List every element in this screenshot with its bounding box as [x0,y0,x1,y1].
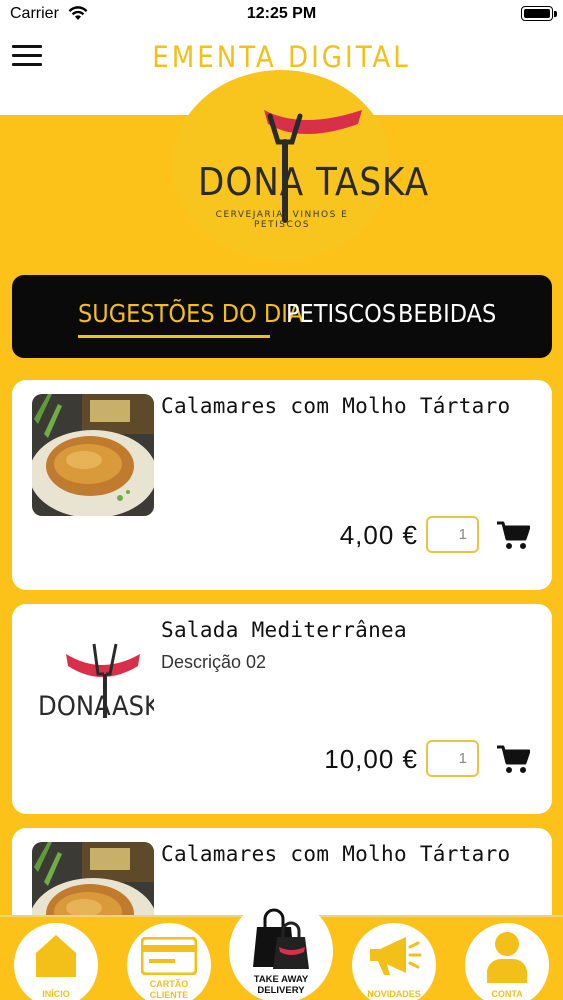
product-card[interactable]: DONA ASKA Salada Mediterrânea Descrição … [12,604,552,814]
clock: 12:25 PM [246,5,317,22]
nav-cartao-cliente[interactable]: CARTÃO CLIENTE [127,923,211,1000]
shopping-bags-icon [253,908,309,969]
nav-label: INÍCIO [42,989,70,999]
bottom-navigation: INÍCIO CARTÃOCLIENTE TAKE AWAYDELIVERY [0,899,563,1000]
product-price: 4,00 € [339,520,418,550]
product-price: 10,00 € [324,744,418,774]
battery-icon [521,6,557,21]
status-bar: Carrier 12:25 PM [0,0,563,30]
nav-conta[interactable]: CONTA [465,923,549,1000]
user-icon [487,932,527,983]
product-card[interactable]: Calamares com Molho Tártaro 4,00 € 1 [12,380,552,590]
active-tab-indicator [78,335,270,338]
product-name: Calamares com Molho Tártaro [161,842,511,866]
category-tabs: SUGESTÕES DO DIA PETISCOS BEBIDAS [12,275,552,358]
tab-bebidas[interactable]: BEBIDAS [398,299,496,328]
nav-novidades[interactable]: NOVIDADES [352,923,436,1000]
megaphone-icon [370,937,422,975]
page-title: EMENTA DIGITAL [152,40,411,74]
nav-label: CONTA [491,989,523,999]
brand-tagline: CERVEJARIA, VINHOS E PETISCOS [215,210,349,230]
svg-text:DONA: DONA [38,691,111,722]
product-name: Salada Mediterrânea [161,618,407,642]
product-image: DONA ASKA [32,618,154,740]
brand-name: DONA TASKA [198,160,430,204]
nav-take-away-delivery[interactable]: TAKE AWAY DELIVERY [229,899,333,1000]
quantity-input[interactable]: 1 [426,516,479,553]
nav-label: NOVIDADES [367,989,421,999]
quantity-input[interactable]: 1 [426,740,479,777]
product-description: Descrição 02 [161,652,267,672]
svg-text:ASKA: ASKA [112,691,154,722]
nav-label: TAKE AWAY DELIVERY [253,974,309,996]
nav-inicio[interactable]: INÍCIO [14,923,98,1000]
add-to-cart-icon[interactable] [496,520,530,550]
home-icon [36,935,76,977]
add-to-cart-icon[interactable] [496,744,530,774]
tab-petiscos[interactable]: PETISCOS [286,299,396,328]
product-name: Calamares com Molho Tártaro [161,394,511,418]
card-icon [141,937,197,975]
tab-sugestoes-do-dia[interactable]: SUGESTÕES DO DIA [78,299,303,328]
product-image [32,394,154,516]
nav-label: CARTÃO CLIENTE [149,979,189,1000]
